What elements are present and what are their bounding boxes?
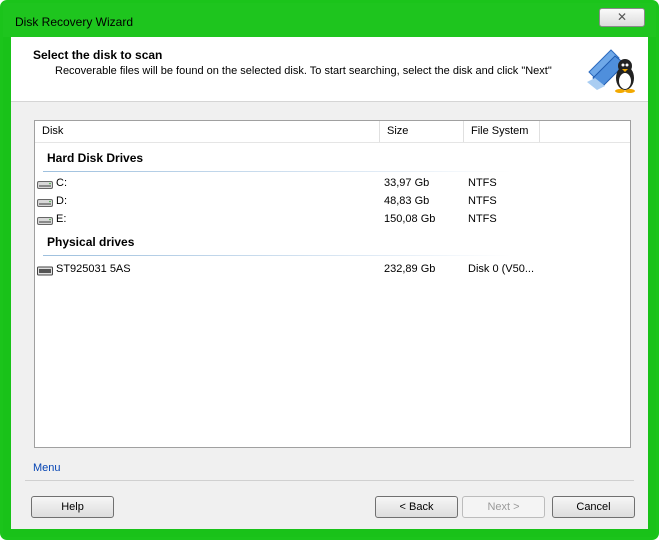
hard-drive-icon [37,181,53,189]
disk-file-system: NTFS [468,213,497,225]
wizard-window: Disk Recovery Wizard ✕ Select the disk t… [0,0,659,540]
disk-list[interactable]: Disk Size File System Hard Disk Drives C… [34,120,631,448]
menu-link[interactable]: Menu [33,462,61,474]
list-item[interactable]: E: 150,08 Gb NTFS [35,211,630,229]
disk-size: 33,97 Gb [384,177,430,189]
close-icon: ✕ [616,10,628,24]
list-header: Disk Size File System [35,121,630,143]
page-description: Recoverable files will be found on the s… [55,65,552,77]
hard-drive-icon [37,199,53,207]
footer-divider [25,480,634,481]
disk-name: E: [56,213,67,225]
disk-file-system: NTFS [468,195,497,207]
page-title: Select the disk to scan [33,48,163,62]
list-item[interactable]: C: 33,97 Gb NTFS [35,175,630,193]
group-divider [43,255,511,256]
column-header-size[interactable]: Size [380,121,464,142]
list-item[interactable]: D: 48,83 Gb NTFS [35,193,630,211]
physical-drive-icon [37,266,53,276]
disk-file-system: NTFS [468,177,497,189]
group-title-physical-drives: Physical drives [47,235,135,249]
help-button[interactable]: Help [31,496,114,518]
group-divider [43,171,511,172]
next-button[interactable]: Next > [462,496,545,518]
window-title: Disk Recovery Wizard [15,15,134,29]
title-bar: Disk Recovery Wizard ✕ [3,3,656,37]
back-button[interactable]: < Back [375,496,458,518]
disk-name: C: [56,177,67,189]
wizard-folder-penguin-icon [587,49,635,93]
wizard-header: Select the disk to scan Recoverable file… [11,37,648,102]
column-header-disk[interactable]: Disk [35,121,380,142]
disk-name: ST925031 5AS [56,263,131,275]
close-button[interactable]: ✕ [599,8,645,27]
disk-size: 150,08 Gb [384,213,436,225]
cancel-button[interactable]: Cancel [552,496,635,518]
wizard-body: Select the disk to scan Recoverable file… [11,37,648,529]
disk-name: D: [56,195,67,207]
disk-size: 232,89 Gb [384,263,436,275]
disk-size: 48,83 Gb [384,195,430,207]
hard-drive-icon [37,217,53,225]
list-item[interactable]: ST925031 5AS 232,89 Gb Disk 0 (V50... [35,261,630,279]
disk-file-system: Disk 0 (V50... [468,263,535,275]
group-title-hard-disk-drives: Hard Disk Drives [47,151,144,165]
column-header-file-system[interactable]: File System [464,121,540,142]
